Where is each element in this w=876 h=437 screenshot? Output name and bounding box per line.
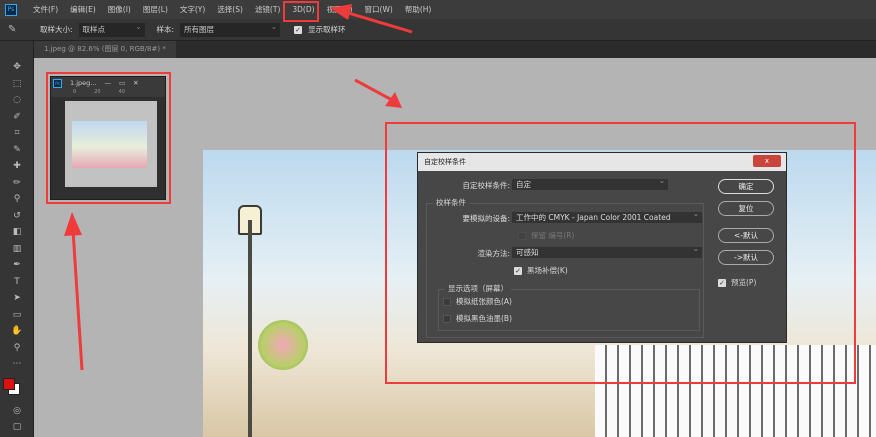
annotation-arrows — [64, 4, 413, 371]
annotation-arrow-dialog — [354, 78, 393, 102]
annotation-arrow-floating-window — [71, 229, 84, 371]
annotation-arrow-view-menu — [344, 10, 413, 34]
